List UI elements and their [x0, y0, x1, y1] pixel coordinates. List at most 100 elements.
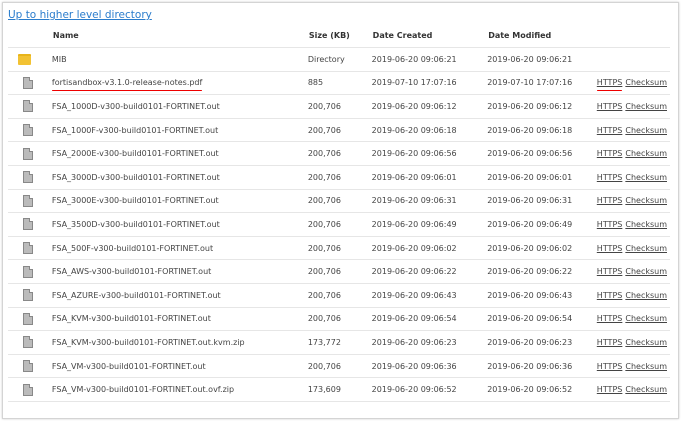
file-name-link[interactable]: FSA_500F-v300-build0101-FORTINET.out: [52, 244, 213, 253]
icon-cell: [8, 330, 52, 355]
name-cell: FSA_2000E-v300-build0101-FORTINET.out: [51, 141, 308, 166]
https-link[interactable]: HTTPS: [597, 102, 623, 111]
checksum-link[interactable]: Checksum: [625, 220, 667, 229]
links-cell: HTTPS Checksum: [596, 164, 670, 190]
modified-cell: 2019-06-20 09:06:36: [487, 353, 597, 378]
file-name-link[interactable]: FSA_VM-v300-build0101-FORTINET.out: [52, 362, 206, 371]
modified-cell: 2019-06-20 09:06:22: [487, 259, 597, 284]
file-icon: [23, 289, 33, 302]
file-name-link[interactable]: MIB: [52, 55, 67, 64]
modified-cell: 2019-06-20 09:06:54: [487, 306, 597, 331]
file-icon: [23, 312, 33, 325]
file-icon: [23, 336, 33, 349]
created-header[interactable]: Date Created: [372, 24, 488, 48]
created-cell: 2019-06-20 09:06:31: [371, 188, 488, 213]
table-row: FSA_3500D-v300-build0101-FORTINET.out 20…: [8, 212, 670, 237]
table-row: FSA_500F-v300-build0101-FORTINET.out 200…: [8, 235, 670, 260]
file-name-link[interactable]: FSA_KVM-v300-build0101-FORTINET.out: [52, 314, 211, 323]
file-name-link[interactable]: FSA_KVM-v300-build0101-FORTINET.out.kvm.…: [52, 338, 245, 347]
table-row: FSA_AWS-v300-build0101-FORTINET.out 200,…: [8, 259, 670, 284]
table-row: FSA_KVM-v300-build0101-FORTINET.out.kvm.…: [8, 330, 670, 355]
size-header[interactable]: Size (KB): [308, 24, 372, 48]
file-icon: [23, 383, 33, 396]
https-link[interactable]: HTTPS: [597, 126, 623, 135]
file-name-link[interactable]: FSA_3500D-v300-build0101-FORTINET.out: [52, 220, 220, 229]
icon-cell: [8, 70, 52, 95]
name-cell: fortisandbox-v3.1.0-release-notes.pdf: [51, 70, 308, 95]
folder-icon: [18, 53, 31, 65]
file-icon: [23, 242, 33, 255]
https-link[interactable]: HTTPS: [597, 385, 623, 394]
https-link[interactable]: HTTPS: [597, 173, 623, 182]
https-link[interactable]: HTTPS: [597, 78, 623, 87]
name-cell: FSA_AZURE-v300-build0101-FORTINET.out: [51, 282, 308, 308]
modified-cell: 2019-06-20 09:06:56: [487, 141, 597, 166]
https-link[interactable]: HTTPS: [597, 338, 623, 347]
file-name-link[interactable]: FSA_3000E-v300-build0101-FORTINET.out: [52, 196, 219, 205]
checksum-link[interactable]: Checksum: [625, 314, 667, 323]
modified-cell: 2019-06-20 09:06:02: [487, 235, 597, 260]
checksum-link[interactable]: Checksum: [625, 267, 667, 276]
size-cell: Directory: [307, 47, 372, 72]
checksum-link[interactable]: Checksum: [625, 149, 667, 158]
file-name-link[interactable]: FSA_2000E-v300-build0101-FORTINET.out: [52, 149, 219, 158]
icon-cell: [8, 235, 52, 260]
file-name-link[interactable]: fortisandbox-v3.1.0-release-notes.pdf: [52, 78, 202, 87]
https-link[interactable]: HTTPS: [597, 291, 623, 300]
table-row: FSA_3000D-v300-build0101-FORTINET.out 20…: [8, 164, 670, 190]
icon-cell: [8, 259, 52, 284]
https-link[interactable]: HTTPS: [597, 267, 623, 276]
https-link[interactable]: HTTPS: [597, 244, 623, 253]
size-cell: 200,706: [307, 164, 372, 190]
checksum-link[interactable]: Checksum: [625, 338, 667, 347]
modified-cell: 2019-06-20 09:06:01: [487, 164, 597, 190]
https-link[interactable]: HTTPS: [597, 314, 623, 323]
modified-cell: 2019-07-10 17:07:16: [487, 70, 597, 95]
table-row: fortisandbox-v3.1.0-release-notes.pdf 88…: [8, 70, 670, 95]
size-cell: 200,706: [307, 306, 372, 331]
checksum-link[interactable]: Checksum: [625, 362, 667, 371]
checksum-link[interactable]: Checksum: [625, 244, 667, 253]
file-name-link[interactable]: FSA_VM-v300-build0101-FORTINET.out.ovf.z…: [52, 385, 234, 394]
created-cell: 2019-06-20 09:06:49: [371, 212, 488, 237]
links-header: [597, 24, 670, 48]
https-link[interactable]: HTTPS: [597, 220, 623, 229]
name-cell: FSA_VM-v300-build0101-FORTINET.out: [51, 353, 308, 378]
https-link[interactable]: HTTPS: [597, 149, 623, 158]
file-name-link[interactable]: FSA_3000D-v300-build0101-FORTINET.out: [52, 173, 220, 182]
created-cell: 2019-06-20 09:06:18: [371, 117, 488, 142]
modified-cell: 2019-06-20 09:06:43: [487, 282, 597, 308]
checksum-link[interactable]: Checksum: [625, 196, 667, 205]
file-icon: [23, 218, 33, 231]
checksum-link[interactable]: Checksum: [625, 385, 667, 394]
file-name-link[interactable]: FSA_1000F-v300-build0101-FORTINET.out: [52, 126, 218, 135]
file-icon: [23, 171, 33, 184]
name-cell: FSA_AWS-v300-build0101-FORTINET.out: [51, 259, 308, 284]
size-cell: 200,706: [307, 141, 372, 166]
file-name-link[interactable]: FSA_1000D-v300-build0101-FORTINET.out: [52, 102, 220, 111]
links-cell: HTTPS Checksum: [596, 235, 670, 260]
up-to-higher-level-link[interactable]: Up to higher level directory: [8, 9, 152, 21]
modified-cell: 2019-06-20 09:06:21: [487, 47, 597, 72]
modified-cell: 2019-06-20 09:06:12: [487, 94, 597, 119]
created-cell: 2019-06-20 09:06:52: [371, 377, 488, 402]
links-cell: HTTPS Checksum: [596, 306, 670, 331]
name-cell: MIB: [51, 47, 308, 72]
modified-header[interactable]: Date Modified: [487, 24, 597, 48]
file-icon: [23, 194, 33, 207]
name-cell: FSA_3500D-v300-build0101-FORTINET.out: [51, 212, 308, 237]
file-name-link[interactable]: FSA_AWS-v300-build0101-FORTINET.out: [52, 267, 211, 276]
checksum-link[interactable]: Checksum: [625, 126, 667, 135]
created-cell: 2019-07-10 17:07:16: [371, 70, 488, 95]
links-cell: HTTPS Checksum: [596, 70, 670, 95]
checksum-link[interactable]: Checksum: [625, 291, 667, 300]
table-row: FSA_VM-v300-build0101-FORTINET.out 200,7…: [8, 353, 670, 378]
file-name-link[interactable]: FSA_AZURE-v300-build0101-FORTINET.out: [52, 291, 221, 300]
table-header: Name Size (KB) Date Created Date Modifie…: [8, 24, 670, 48]
checksum-link[interactable]: Checksum: [625, 78, 667, 87]
https-link[interactable]: HTTPS: [597, 362, 623, 371]
checksum-link[interactable]: Checksum: [625, 173, 667, 182]
checksum-link[interactable]: Checksum: [625, 102, 667, 111]
https-link[interactable]: HTTPS: [597, 196, 623, 205]
name-header[interactable]: Name: [52, 24, 308, 48]
